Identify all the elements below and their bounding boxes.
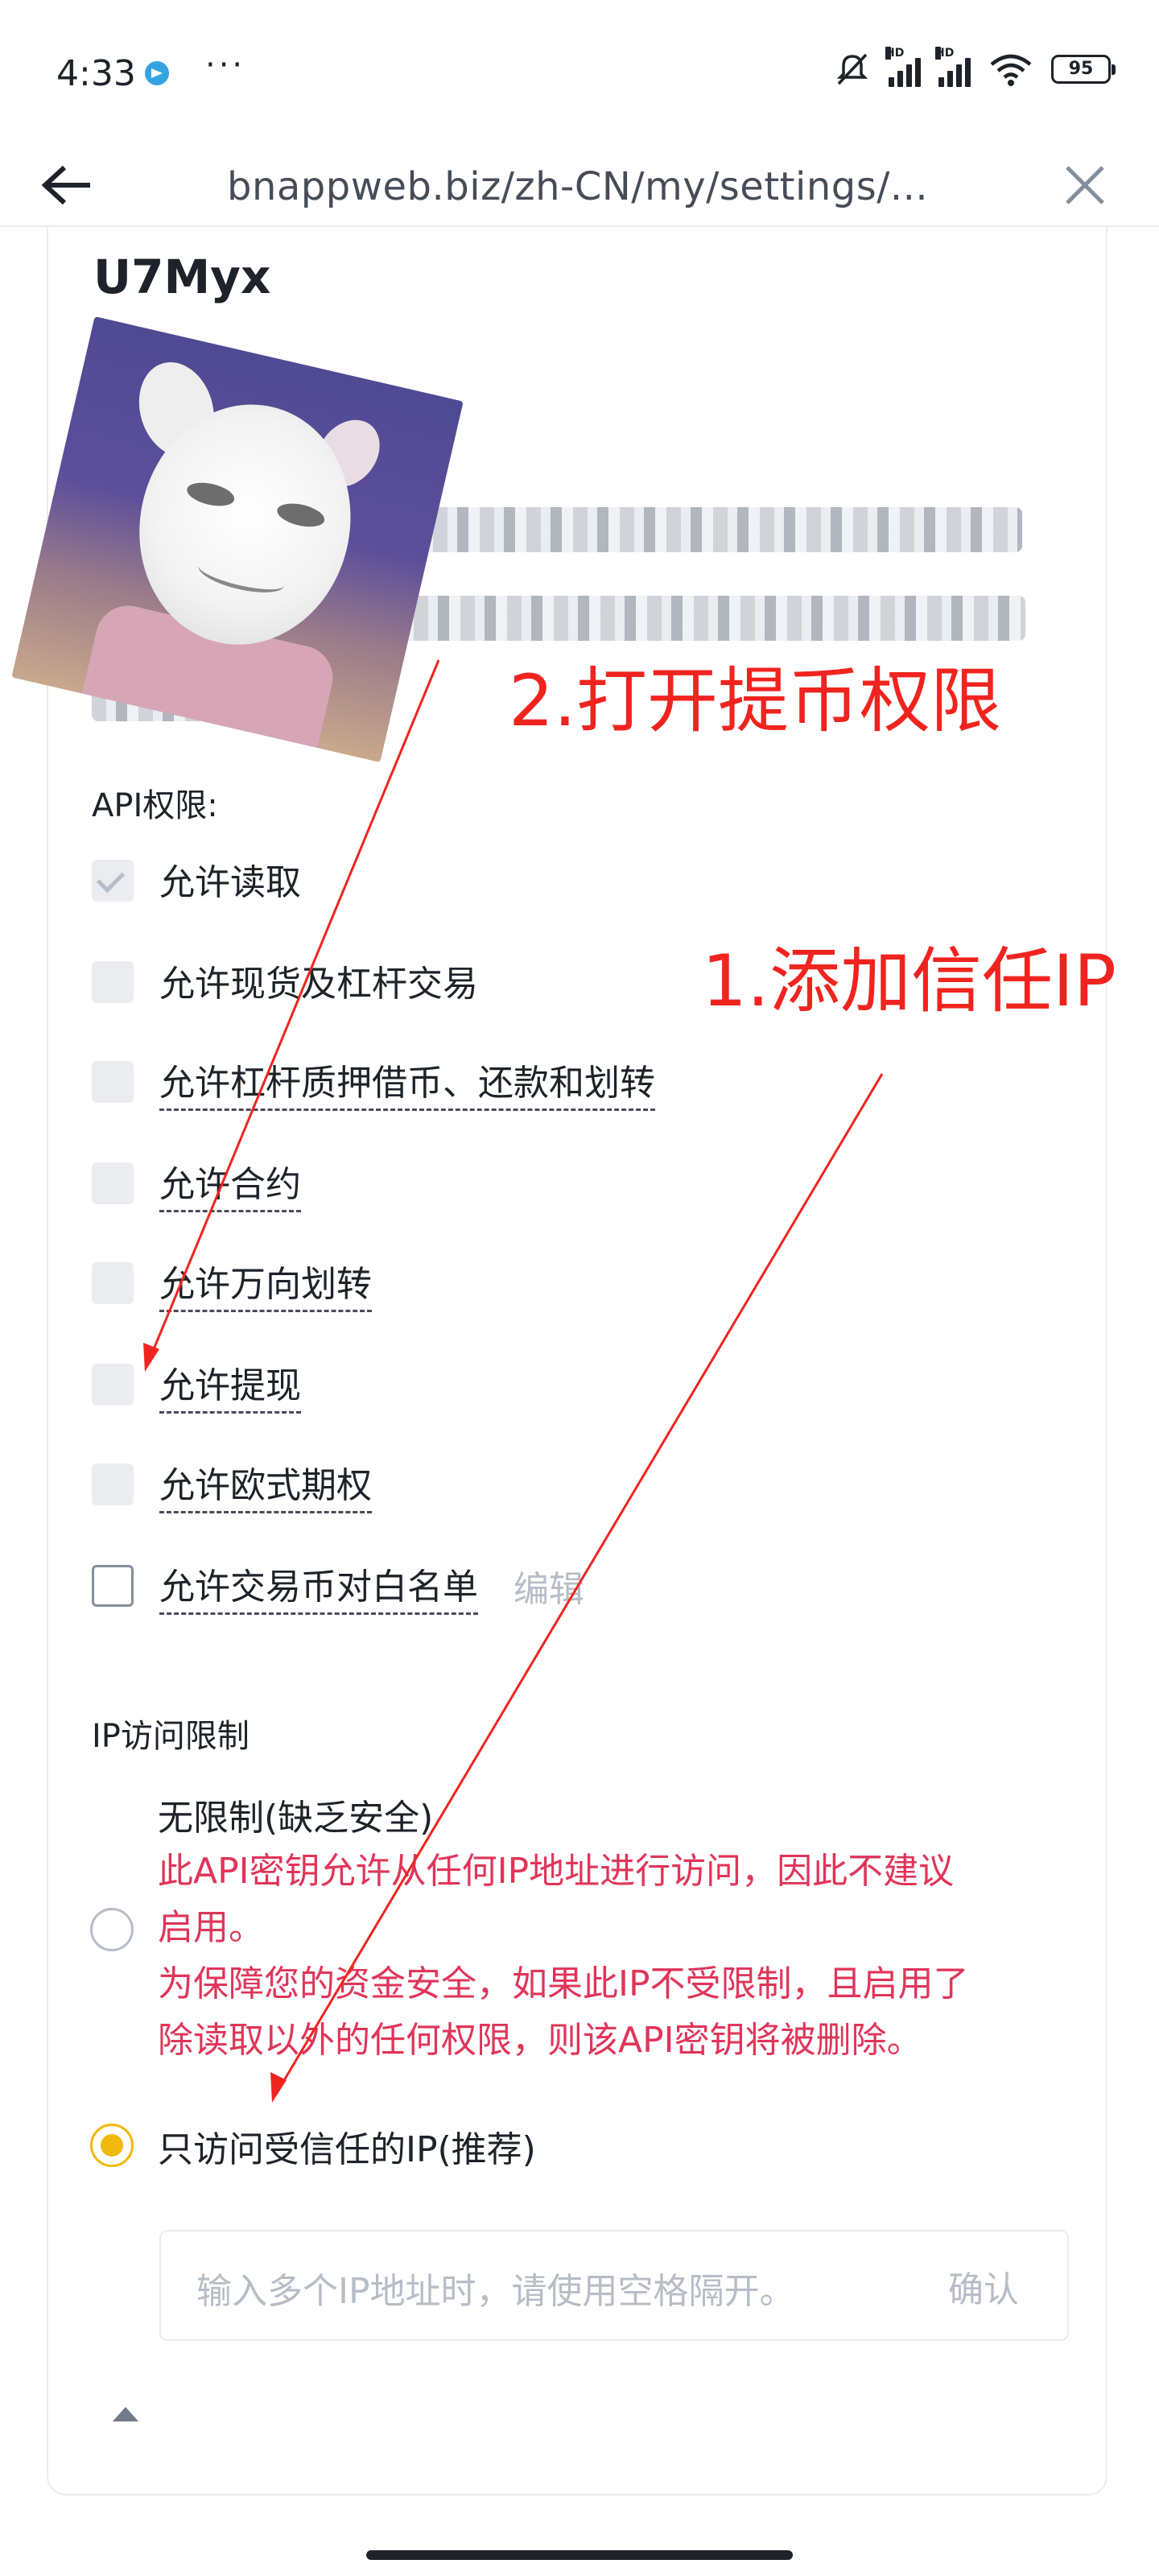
blurred-secret-line	[367, 596, 1025, 641]
status-bar: 4:33 ··· HD HD 95	[0, 0, 1159, 145]
permission-label[interactable]: 允许万向划转	[159, 1255, 372, 1312]
permission-label: 允许读取	[159, 862, 301, 903]
permission-label: 允许现货及杠杆交易	[159, 964, 478, 1005]
warning-text: 为保障您的资金安全，如果此IP不受限制，且启用了	[158, 1963, 969, 2004]
permission-label[interactable]: 允许交易币对白名单	[159, 1558, 478, 1615]
signal-icon: HD	[935, 47, 971, 87]
permission-symbol-whitelist: 允许交易币对白名单 编辑	[92, 1560, 584, 1615]
permission-label[interactable]: 允许合约	[159, 1155, 301, 1212]
permission-label[interactable]: 允许欧式期权	[159, 1456, 372, 1513]
mute-icon	[834, 52, 871, 87]
checkbox-disabled	[92, 961, 134, 1003]
annotation-step-1: 1.添加信任IP	[702, 939, 1116, 1022]
confirm-ip-button[interactable]: 确认	[948, 2260, 1019, 2312]
browser-url-bar: bnappweb.biz/zh-CN/my/settings/...	[0, 145, 1159, 227]
api-key-id: U7Myx	[93, 250, 271, 304]
trusted-ip-input[interactable]: 输入多个IP地址时，请使用空格隔开。 确认	[159, 2230, 1069, 2341]
checkbox-checked-disabled	[92, 860, 134, 902]
edit-whitelist-button[interactable]: 编辑	[514, 1560, 584, 1612]
clock: 4:33	[56, 53, 136, 94]
ip-input-placeholder[interactable]: 输入多个IP地址时，请使用空格隔开。	[196, 2262, 795, 2314]
telegram-icon	[145, 61, 169, 85]
api-permissions-title: API权限:	[92, 787, 218, 824]
warning-text: 启用。	[158, 1907, 264, 1948]
checkbox-unchecked[interactable]	[92, 1565, 134, 1607]
radio-unrestricted[interactable]	[90, 1908, 134, 1951]
permission-spot-margin: 允许现货及杠杆交易	[92, 958, 478, 1006]
checkbox-disabled	[92, 1463, 134, 1505]
permission-read: 允许读取	[92, 857, 301, 905]
permission-withdraw: 允许提现	[92, 1360, 301, 1414]
wifi-icon	[988, 52, 1033, 87]
checkbox-disabled	[92, 1364, 134, 1406]
checkbox-disabled	[92, 1061, 134, 1103]
blurred-secret-line	[386, 507, 1022, 552]
url-text[interactable]: bnappweb.biz/zh-CN/my/settings/...	[227, 164, 928, 209]
annotation-step-2: 2.打开提币权限	[509, 659, 1001, 742]
home-indicator[interactable]	[366, 2550, 793, 2560]
permission-margin-loan: 允许杠杆质押借币、还款和划转	[92, 1058, 655, 1111]
permission-futures: 允许合约	[92, 1159, 301, 1212]
unrestricted-warning: 此API密钥允许从任何IP地址进行访问，因此不建议 启用。 为保障您的资金安全，…	[158, 1843, 1051, 2069]
permission-label[interactable]: 允许提现	[159, 1356, 301, 1414]
unrestricted-label[interactable]: 无限制(缺乏安全)	[158, 1789, 433, 1840]
warning-text: 此API密钥允许从任何IP地址进行访问，因此不建议	[158, 1851, 955, 1892]
hd-label: HD	[935, 47, 955, 60]
more-notifications-icon: ···	[205, 47, 246, 84]
status-icons: HD HD 95	[834, 47, 1116, 87]
back-arrow-icon[interactable]	[40, 164, 93, 206]
hd-label: HD	[885, 47, 905, 60]
collapse-caret-icon[interactable]	[113, 2407, 138, 2421]
radio-trusted-ip[interactable]	[90, 2124, 134, 2167]
close-icon[interactable]	[1062, 163, 1107, 208]
permission-european-options: 允许欧式期权	[92, 1460, 372, 1513]
permission-label[interactable]: 允许杠杆质押借币、还款和划转	[159, 1054, 655, 1111]
checkbox-disabled	[92, 1162, 134, 1204]
signal-icon: HD	[885, 47, 921, 87]
permission-universal-transfer: 允许万向划转	[92, 1259, 372, 1312]
ip-restriction-title: IP访问限制	[92, 1718, 250, 1755]
checkbox-disabled	[92, 1262, 134, 1304]
trusted-ip-label[interactable]: 只访问受信任的IP(推荐)	[158, 2120, 536, 2172]
battery-icon: 95	[1051, 55, 1116, 84]
warning-text: 除读取以外的任何权限，则该API密钥将被删除。	[158, 2020, 922, 2061]
